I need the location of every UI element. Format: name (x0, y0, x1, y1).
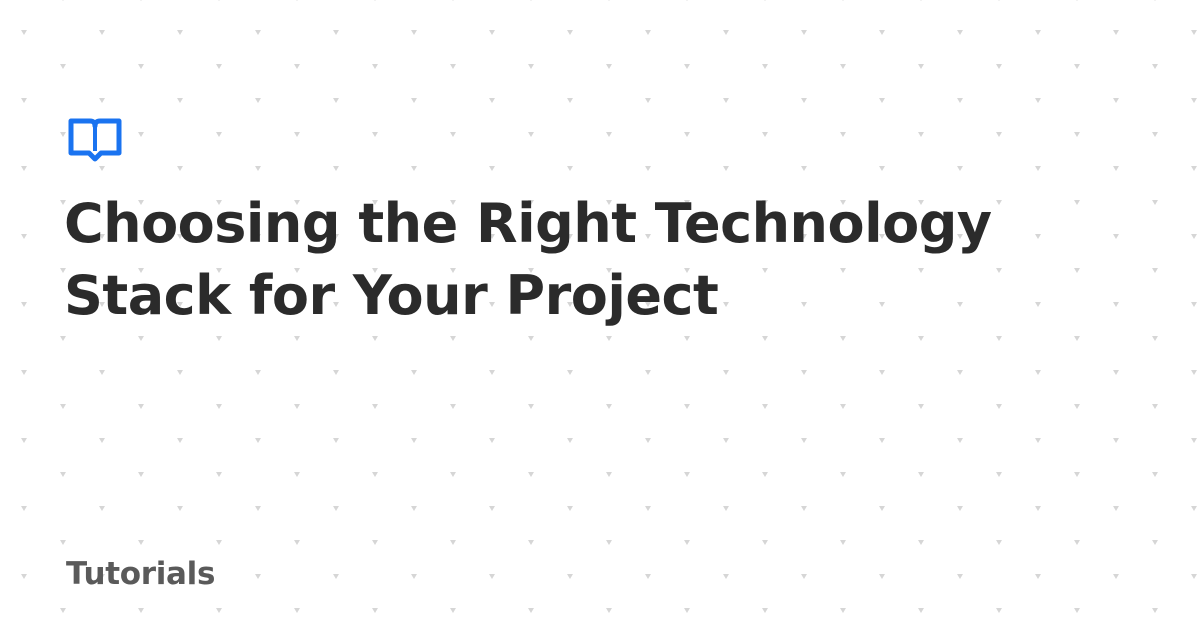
og-card: Choosing the Right Technology Stack for … (0, 0, 1200, 630)
page-title: Choosing the Right Technology Stack for … (64, 192, 992, 327)
category-label: Tutorials (66, 556, 216, 592)
open-book-icon (68, 118, 122, 162)
